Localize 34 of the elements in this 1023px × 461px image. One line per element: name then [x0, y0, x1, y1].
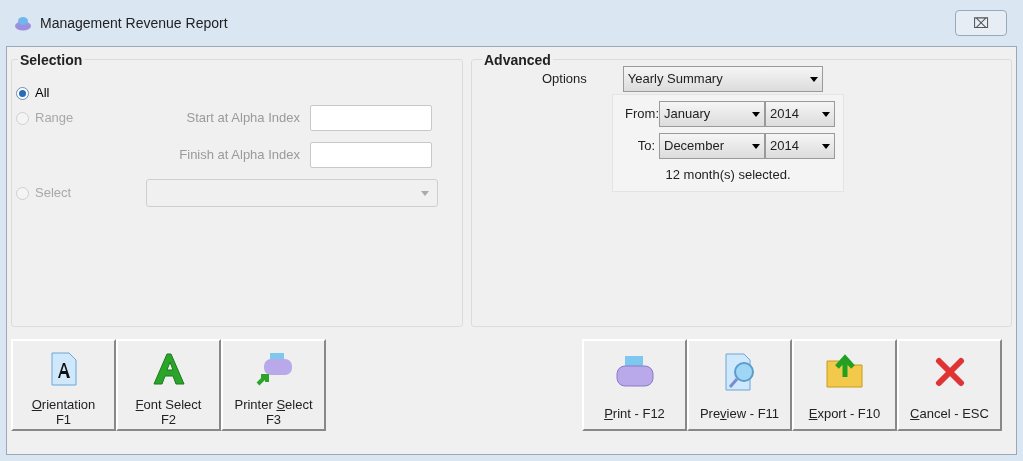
options-dropdown[interactable]: Yearly Summary — [622, 66, 823, 92]
cross-icon — [934, 357, 965, 388]
months-selected-text: 12 month(s) selected. — [665, 166, 791, 184]
dropdown-arrow-icon — [822, 111, 830, 117]
input-field[interactable] — [310, 142, 432, 168]
document-letter-icon — [49, 352, 78, 386]
from-label: From: — [624, 105, 659, 124]
month-dropdown[interactable]: January — [659, 101, 765, 127]
dropdown-arrow-icon — [421, 190, 429, 196]
field-label: Finish at Alpha Index — [178, 146, 300, 165]
radio-option[interactable]: All — [16, 83, 146, 103]
to-label: To: — [636, 137, 656, 156]
close-button[interactable]: ⌧ — [955, 10, 1007, 36]
toolbar-button[interactable]: Cancel - ESC — [897, 339, 1002, 431]
toolbar-button[interactable]: Printer Select F3 — [221, 339, 326, 431]
options-label: Options — [542, 70, 587, 89]
input-field[interactable] — [310, 105, 432, 131]
year-dropdown[interactable]: 2014 — [765, 133, 835, 159]
dropdown-arrow-icon — [809, 76, 818, 82]
field-label: Start at Alpha Index — [185, 109, 300, 128]
select-dropdown[interactable] — [146, 179, 438, 207]
app-icon — [14, 15, 32, 31]
month-dropdown[interactable]: December — [659, 133, 765, 159]
dropdown-arrow-icon — [822, 143, 830, 149]
toolbar-button[interactable]: Print - F12 — [582, 339, 687, 431]
window-title: Management Revenue Report — [40, 13, 228, 33]
dropdown-arrow-icon — [752, 143, 760, 149]
year-dropdown[interactable]: 2014 — [765, 101, 835, 127]
toolbar-button[interactable]: Export - F10 — [792, 339, 897, 431]
toolbar-button[interactable]: Font Select F2 — [116, 339, 221, 431]
toolbar-button[interactable]: Orientation F1 — [11, 339, 116, 431]
toolbar-button[interactable]: Preview - F11 — [687, 339, 792, 431]
dropdown-arrow-icon — [752, 111, 760, 117]
letter-a-icon — [151, 352, 186, 386]
